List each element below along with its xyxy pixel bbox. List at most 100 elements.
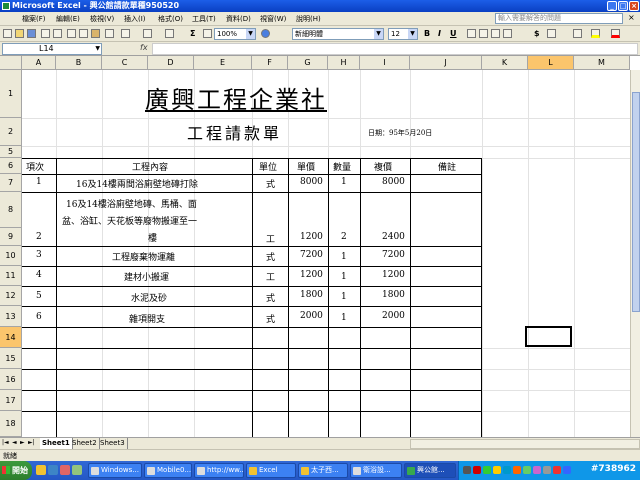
menu-tools[interactable]: 工具(T) [192,14,216,24]
column-header[interactable]: E [194,56,252,70]
row-header[interactable]: 7 [0,174,22,192]
column-header[interactable]: J [410,56,482,70]
paste-icon[interactable] [90,28,101,39]
column-header[interactable]: K [482,56,528,70]
taskbar-item-active[interactable]: 興公館... [404,463,456,478]
underline-button[interactable]: U [450,28,457,40]
formula-input[interactable] [152,43,638,55]
help-icon[interactable] [260,28,271,39]
column-header[interactable]: A [22,56,56,70]
tab-sheet3[interactable]: Sheet3 [98,438,128,449]
preview-icon[interactable] [52,28,63,39]
bold-button[interactable]: B [424,28,430,40]
row-header[interactable]: 8 [0,192,22,228]
row-header[interactable]: 2 [0,118,22,146]
minimize-button[interactable]: _ [607,1,617,11]
merge-center-icon[interactable] [502,28,513,39]
name-box[interactable]: L14 ▼ [2,43,102,55]
autosum-button[interactable]: Σ [190,28,195,40]
open-icon[interactable] [14,28,25,39]
menu-window[interactable]: 視窗(W) [260,14,286,24]
tray-icon[interactable] [463,466,471,474]
tray-icon[interactable] [533,466,541,474]
font-size-select[interactable]: 12 ▼ [388,28,418,40]
help-search-input[interactable]: 輸入需要解答的問題 [495,13,623,24]
scroll-thumb[interactable] [632,92,640,312]
last-sheet-icon[interactable]: ►| [28,439,35,446]
tray-icon[interactable] [493,466,501,474]
column-header[interactable]: I [360,56,410,70]
row-header[interactable]: 17 [0,390,22,411]
active-cell-l14[interactable] [525,326,572,347]
tray-icon[interactable] [473,466,481,474]
start-button[interactable]: 開始 [0,461,32,480]
save-icon[interactable] [26,28,37,39]
quicklaunch-icon[interactable] [72,465,82,475]
borders-icon[interactable] [572,28,583,39]
row-header[interactable]: 9 [0,228,22,246]
format-painter-icon[interactable] [104,28,115,39]
font-color-icon[interactable] [610,28,621,39]
taskbar-item[interactable]: Windows... [88,463,142,478]
tray-icon[interactable] [563,466,571,474]
taskbar-item[interactable]: Excel [246,463,296,478]
column-header[interactable]: M [574,56,630,70]
tray-icon[interactable] [503,466,511,474]
maximize-button[interactable]: □ [618,1,628,11]
fill-color-icon[interactable] [590,28,601,39]
tray-icon[interactable] [523,466,531,474]
vertical-scrollbar[interactable] [630,70,640,437]
menu-view[interactable]: 檢視(V) [90,14,114,24]
row-header[interactable]: 12 [0,286,22,306]
row-header[interactable]: 6 [0,158,22,174]
menu-edit[interactable]: 編輯(E) [56,14,80,24]
row-header[interactable]: 15 [0,348,22,369]
menu-data[interactable]: 資料(D) [226,14,251,24]
close-workbook-icon[interactable]: × [628,13,635,22]
font-select[interactable]: 新細明體 ▼ [292,28,384,40]
column-header[interactable]: G [288,56,328,70]
row-header[interactable]: 16 [0,369,22,390]
quicklaunch-icon[interactable] [36,465,46,475]
zoom-select[interactable]: 100% ▼ [214,28,256,40]
column-header[interactable]: F [252,56,288,70]
row-header[interactable]: 14 [0,327,22,348]
column-header[interactable]: H [328,56,360,70]
align-right-icon[interactable] [490,28,501,39]
taskbar-item[interactable]: 太子西... [298,463,348,478]
column-header[interactable]: C [102,56,148,70]
prev-sheet-icon[interactable]: ◄ [12,439,17,446]
redo-icon[interactable] [142,28,153,39]
align-left-icon[interactable] [466,28,477,39]
tab-sheet1[interactable]: Sheet1 [40,438,73,449]
taskbar-item[interactable]: http://ww... [194,463,244,478]
worksheet-grid[interactable]: A B C D E F G H I J K L M 1 2 5 6 7 8 9 … [0,56,640,437]
quicklaunch-icon[interactable] [60,465,70,475]
currency-button[interactable]: $ [534,28,540,40]
select-all-corner[interactable] [0,56,22,70]
row-header[interactable]: 13 [0,306,22,327]
horizontal-scrollbar[interactable] [410,439,640,449]
column-header[interactable]: L [528,56,574,70]
cut-icon[interactable] [66,28,77,39]
row-header[interactable]: 5 [0,146,22,158]
first-sheet-icon[interactable]: |◄ [2,439,9,446]
new-icon[interactable] [2,28,13,39]
print-icon[interactable] [40,28,51,39]
menu-help[interactable]: 說明(H) [296,14,321,24]
taskbar-item[interactable]: 衛浴設... [350,463,402,478]
row-header[interactable]: 10 [0,246,22,266]
column-header[interactable]: B [56,56,102,70]
hyperlink-icon[interactable] [164,28,175,39]
menu-format[interactable]: 格式(O) [158,14,183,24]
menu-insert[interactable]: 插入(I) [124,14,146,24]
column-header[interactable]: D [148,56,194,70]
close-button[interactable]: × [629,1,639,11]
undo-icon[interactable] [120,28,131,39]
tray-icon[interactable] [553,466,561,474]
italic-button[interactable]: I [438,28,441,40]
tray-icon[interactable] [513,466,521,474]
tray-icon[interactable] [543,466,551,474]
menu-file[interactable]: 檔案(F) [22,14,46,24]
tab-sheet2[interactable]: Sheet2 [70,438,100,449]
